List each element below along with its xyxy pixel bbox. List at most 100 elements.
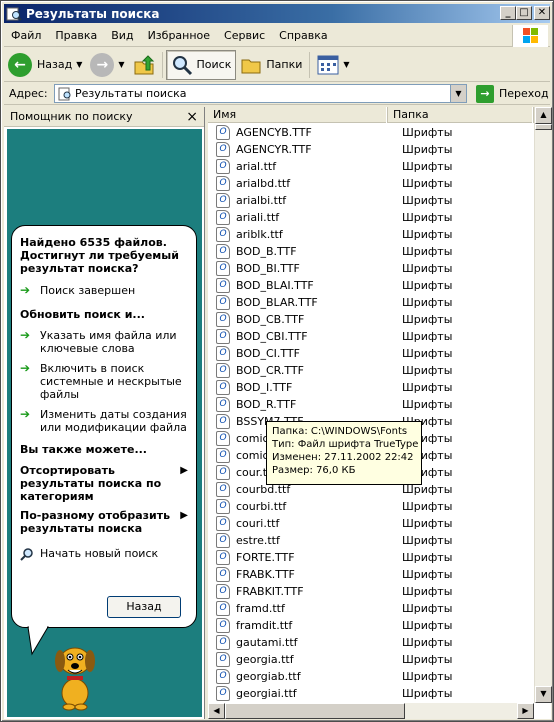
new-search-text[interactable]: Начать новый поиск [40,547,158,560]
file-name[interactable]: AGENCYB.TTF [236,126,398,139]
back-dropdown-icon[interactable]: ▼ [76,60,82,69]
file-name[interactable]: ariblk.ttf [236,228,398,241]
file-row[interactable]: Oarialbi.ttf Шрифты [208,192,534,209]
file-row[interactable]: Oariali.ttf Шрифты [208,209,534,226]
address-field[interactable]: Результаты поиска ▼ [54,84,467,103]
column-folder-header[interactable]: Папка [388,107,534,123]
menu-help[interactable]: Справка [272,29,334,42]
file-name[interactable]: BOD_BLAI.TTF [236,279,398,292]
scroll-left-icon[interactable]: ◀ [208,703,225,719]
maximize-button[interactable]: □ [516,6,532,20]
scroll-thumb[interactable] [535,124,552,130]
file-name[interactable]: arial.ttf [236,160,398,173]
refine-dates-text[interactable]: Изменить даты создания или модификации ф… [40,408,188,434]
folders-button[interactable]: Папки [236,50,306,80]
file-name[interactable]: couri.ttf [236,517,398,530]
file-row[interactable]: O BOD_B.TTF Шрифты [208,243,534,260]
minimize-button[interactable]: _ [500,6,516,20]
file-row[interactable]: Oarial.ttf Шрифты [208,158,534,175]
view-results-link[interactable]: По-разному отобразить результаты поиска … [20,509,188,535]
close-button[interactable]: ✕ [534,6,550,20]
file-name[interactable]: georgiai.ttf [236,687,398,700]
file-row[interactable]: Ocouri.ttf Шрифты [208,515,534,532]
up-folder-button[interactable] [129,50,159,80]
file-row[interactable]: Ogeorgia.ttf Шрифты [208,651,534,668]
scroll-up-icon[interactable]: ▲ [535,107,552,124]
file-name[interactable]: arialbd.ttf [236,177,398,190]
pane-back-button[interactable]: Назад [107,596,181,618]
file-name[interactable]: BOD_I.TTF [236,381,398,394]
file-name[interactable]: BOD_CI.TTF [236,347,398,360]
file-name[interactable]: ariali.ttf [236,211,398,224]
file-row[interactable]: O FRABK.TTF Шрифты [208,566,534,583]
file-row[interactable]: O BOD_R.TTF Шрифты [208,396,534,413]
file-row[interactable]: O FRABKIT.TTF Шрифты [208,583,534,600]
file-row[interactable]: Ogautami.ttf Шрифты [208,634,534,651]
forward-dropdown-icon[interactable]: ▼ [118,60,124,69]
menu-tools[interactable]: Сервис [217,29,272,42]
file-row[interactable]: Oframd.ttf Шрифты [208,600,534,617]
back-button[interactable]: ← Назад ▼ [4,50,86,80]
views-dropdown-icon[interactable]: ▼ [343,60,349,69]
file-row[interactable]: O BOD_CBI.TTF Шрифты [208,328,534,345]
file-name[interactable]: BOD_CB.TTF [236,313,398,326]
file-row[interactable]: O FORTE.TTF Шрифты [208,549,534,566]
refine-name-link[interactable]: ➔ Указать имя файла или ключевые слова [20,329,188,355]
file-row[interactable]: Ogeorgiai.ttf Шрифты [208,685,534,702]
file-name[interactable]: georgia.ttf [236,653,398,666]
file-name[interactable]: courbi.ttf [236,500,398,513]
address-dropdown-icon[interactable]: ▼ [450,85,466,102]
file-row[interactable]: Oariblk.ttf Шрифты [208,226,534,243]
file-row[interactable]: O BOD_CI.TTF Шрифты [208,345,534,362]
new-search-link[interactable]: Начать новый поиск [20,547,188,564]
column-name-header[interactable]: Имя [208,107,388,123]
file-name[interactable]: BOD_CR.TTF [236,364,398,377]
refine-dates-link[interactable]: ➔ Изменить даты создания или модификации… [20,408,188,434]
file-name[interactable]: FRABKIT.TTF [236,585,398,598]
file-name[interactable]: gautami.ttf [236,636,398,649]
file-name[interactable]: georgiab.ttf [236,670,398,683]
file-row[interactable]: Oestre.ttf Шрифты [208,532,534,549]
horizontal-scrollbar[interactable]: ◀ ▶ [208,703,534,719]
file-name[interactable]: estre.ttf [236,534,398,547]
sort-results-text[interactable]: Отсортировать результаты поиска по катег… [20,464,180,503]
file-name[interactable]: BOD_BLAR.TTF [236,296,398,309]
file-row[interactable]: O AGENCYR.TTF Шрифты [208,141,534,158]
menu-favorites[interactable]: Избранное [141,29,217,42]
file-row[interactable]: O BOD_BI.TTF Шрифты [208,260,534,277]
title-bar[interactable]: Результаты поиска _ □ ✕ [4,4,550,23]
menu-view[interactable]: Вид [104,29,140,42]
file-row[interactable]: Ogeorgiab.ttf Шрифты [208,668,534,685]
file-name[interactable]: BOD_B.TTF [236,245,398,258]
refine-name-text[interactable]: Указать имя файла или ключевые слова [40,329,188,355]
file-row[interactable]: O BOD_CR.TTF Шрифты [208,362,534,379]
vertical-scrollbar[interactable]: ▲ ▼ [534,107,552,703]
file-row[interactable]: O BOD_BLAI.TTF Шрифты [208,277,534,294]
file-row[interactable]: Ocourbi.ttf Шрифты [208,498,534,515]
file-row[interactable]: Oframdit.ttf Шрифты [208,617,534,634]
file-name[interactable]: framdit.ttf [236,619,398,632]
refine-system-files-text[interactable]: Включить в поиск системные и нескрытые ф… [40,362,188,401]
file-name[interactable]: BOD_CBI.TTF [236,330,398,343]
close-pane-icon[interactable]: × [186,109,198,125]
scroll-down-icon[interactable]: ▼ [535,686,552,703]
file-row[interactable]: O BOD_CB.TTF Шрифты [208,311,534,328]
file-row[interactable]: Oarialbd.ttf Шрифты [208,175,534,192]
file-name[interactable]: AGENCYR.TTF [236,143,398,156]
view-results-text[interactable]: По-разному отобразить результаты поиска [20,509,180,535]
file-name[interactable]: FRABK.TTF [236,568,398,581]
views-button[interactable]: ▼ [313,50,353,80]
menu-edit[interactable]: Правка [48,29,104,42]
file-name[interactable]: BOD_BI.TTF [236,262,398,275]
file-name[interactable]: FORTE.TTF [236,551,398,564]
hscroll-thumb[interactable] [225,703,405,719]
sort-results-link[interactable]: Отсортировать результаты поиска по катег… [20,464,188,503]
file-row[interactable]: O AGENCYB.TTF Шрифты [208,124,534,141]
menu-file[interactable]: Файл [4,29,48,42]
file-row[interactable]: O BOD_BLAR.TTF Шрифты [208,294,534,311]
file-name[interactable]: BOD_R.TTF [236,398,398,411]
go-button[interactable]: → Переход [472,83,553,104]
file-row[interactable]: O BOD_I.TTF Шрифты [208,379,534,396]
search-button[interactable]: Поиск [165,49,237,80]
file-name[interactable]: framd.ttf [236,602,398,615]
